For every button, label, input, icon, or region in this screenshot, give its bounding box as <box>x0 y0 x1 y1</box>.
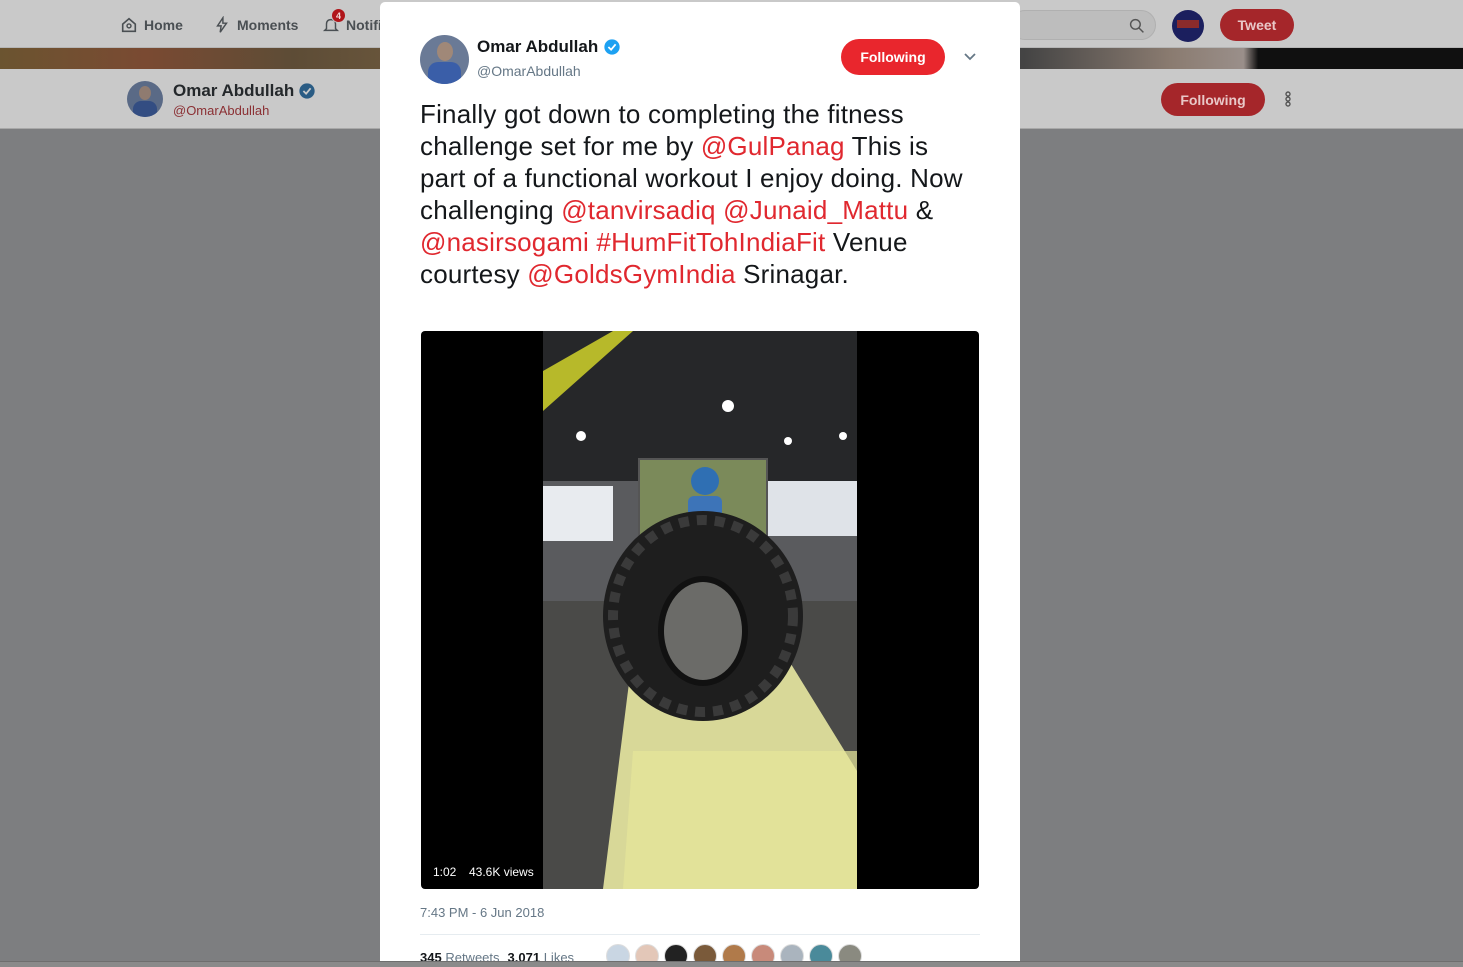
more-options-icon[interactable] <box>1280 89 1296 109</box>
search-input[interactable] <box>1010 10 1156 40</box>
mention-link[interactable]: @GoldsGymIndia <box>527 259 735 289</box>
chevron-down-icon[interactable] <box>962 50 978 64</box>
video-frame-gym-tire-flip <box>543 331 857 889</box>
tweet-author-name-text: Omar Abdullah <box>477 37 599 56</box>
lightning-icon <box>216 16 228 33</box>
nav-home[interactable]: Home <box>120 16 183 34</box>
search-icon <box>1129 18 1144 33</box>
video-duration-badge: 1:02 <box>429 861 461 883</box>
mention-link[interactable]: @tanvirsadiq <box>561 195 716 225</box>
mention-link[interactable]: @Junaid_Mattu <box>723 195 908 225</box>
nav-notifications[interactable]: 4 Notifi <box>322 8 382 34</box>
tweet-text: Finally got down to completing the fitne… <box>420 98 980 290</box>
nav-moments-label: Moments <box>237 17 299 33</box>
profile-name[interactable]: Omar Abdullah <box>173 81 316 101</box>
following-button[interactable]: Following <box>841 39 945 75</box>
tweet-timestamp[interactable]: 7:43 PM - 6 Jun 2018 <box>420 905 544 920</box>
notification-count-badge: 4 <box>331 8 346 23</box>
hashtag-link[interactable]: #HumFitTohIndiaFit <box>596 227 825 257</box>
tweet-modal: Omar Abdullah @OmarAbdullah Following Fi… <box>380 2 1020 967</box>
nav-notifications-label: Notifi <box>346 17 382 33</box>
mention-link[interactable]: @nasirsogami <box>420 227 589 257</box>
home-icon <box>121 17 137 33</box>
tweet-author-handle[interactable]: @OmarAbdullah <box>477 63 581 79</box>
profile-following-button[interactable]: Following <box>1161 83 1265 116</box>
divider <box>420 934 980 935</box>
tweet-author-name[interactable]: Omar Abdullah <box>477 37 621 57</box>
tweet-author-avatar[interactable] <box>420 35 469 84</box>
tweet-text-segment: Srinagar. <box>735 259 849 289</box>
profile-handle[interactable]: @OmarAbdullah <box>173 103 269 118</box>
profile-name-text: Omar Abdullah <box>173 81 295 100</box>
verified-icon <box>604 39 620 55</box>
mention-link[interactable]: @GulPanag <box>701 131 845 161</box>
account-avatar[interactable] <box>1172 10 1204 42</box>
compose-tweet-button[interactable]: Tweet <box>1220 9 1294 41</box>
tweet-video-player[interactable]: 1:02 43.6K views <box>421 331 979 889</box>
profile-avatar[interactable] <box>127 81 163 117</box>
horizontal-scrollbar[interactable] <box>0 961 1463 967</box>
tweet-text-segment: & <box>908 195 934 225</box>
nav-home-label: Home <box>144 17 183 33</box>
verified-icon <box>299 83 315 99</box>
nav-moments[interactable]: Moments <box>213 16 298 34</box>
video-views-badge: 43.6K views <box>465 861 538 883</box>
